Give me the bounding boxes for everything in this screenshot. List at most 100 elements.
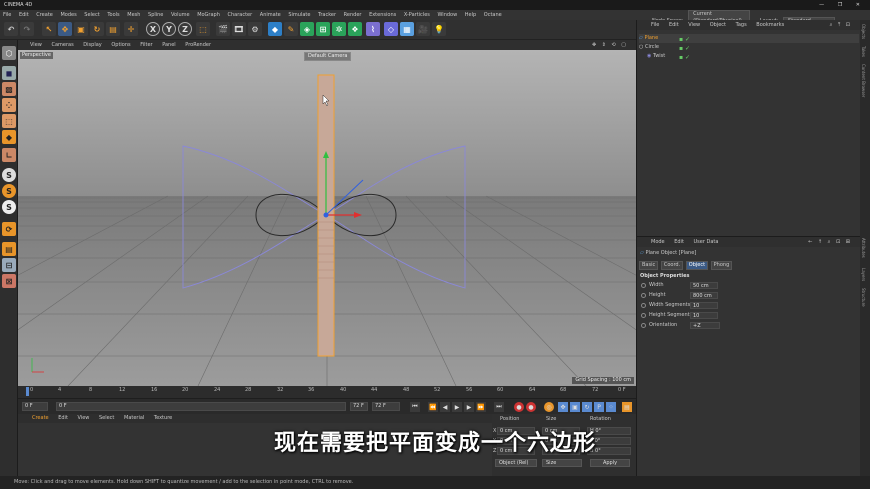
menu-help[interactable]: Help xyxy=(462,10,479,20)
redo-icon[interactable]: ↷ xyxy=(20,22,34,36)
vp-menu-filter[interactable]: Filter xyxy=(136,40,156,50)
coords-apply-button[interactable]: Apply xyxy=(590,459,630,467)
om-search-icon[interactable]: ⌕ ⤒ ⊡ xyxy=(826,20,856,30)
start-frame-field[interactable]: 0 F xyxy=(56,402,346,411)
render-view-icon[interactable]: 🎬 xyxy=(216,22,230,36)
vp-menu-panel[interactable]: Panel xyxy=(158,40,180,50)
undo-icon[interactable]: ↶ xyxy=(4,22,18,36)
menu-octane[interactable]: Octane xyxy=(481,10,505,20)
make-editable-icon[interactable]: ⬡ xyxy=(2,46,16,60)
end-frame-field[interactable]: 72 F xyxy=(350,402,368,411)
sidetab-content-browser[interactable]: Content Browser xyxy=(861,64,866,97)
menu-simulate[interactable]: Simulate xyxy=(285,10,313,20)
tab-basic[interactable]: Basic xyxy=(639,261,659,270)
menu-file[interactable]: File xyxy=(0,10,14,20)
keyframe-selection-icon[interactable]: ◎ xyxy=(544,402,554,412)
camera-icon[interactable]: 🎥 xyxy=(416,22,430,36)
planar-workplane-icon[interactable]: ⊠ xyxy=(2,274,16,288)
object-row-plane[interactable]: ▱ Plane ▪ ✓ xyxy=(639,34,859,43)
mat-menu-texture[interactable]: Texture xyxy=(150,414,176,423)
prev-key-icon[interactable]: ⏪ xyxy=(428,402,438,412)
axis-y-button[interactable]: Y xyxy=(162,22,176,36)
menu-modes[interactable]: Modes xyxy=(57,10,79,20)
cube-object-icon[interactable]: ◆ xyxy=(268,22,282,36)
preview-max-field[interactable]: 72 F xyxy=(372,402,400,411)
timeline-ruler[interactable]: 0 4 8 12 16 20 24 28 32 36 40 44 48 52 5… xyxy=(18,386,636,398)
object-row-circle[interactable]: ○ Circle ▪ ✓ xyxy=(639,43,859,52)
prop-wseg-input[interactable]: 10 xyxy=(690,302,718,309)
mograph-icon[interactable]: ❖ xyxy=(348,22,362,36)
vp-menu-display[interactable]: Display xyxy=(79,40,105,50)
menu-character[interactable]: Character xyxy=(225,10,256,20)
prop-width-input[interactable]: 50 cm xyxy=(690,282,718,289)
om-menu-tags[interactable]: Tags xyxy=(732,20,751,30)
mat-menu-material[interactable]: Material xyxy=(120,414,148,423)
prev-frame-icon[interactable]: ◀ xyxy=(440,402,450,412)
deformer-icon[interactable]: ⌇ xyxy=(366,22,380,36)
vp-menu-cameras[interactable]: Cameras xyxy=(47,40,77,50)
workplane-snap-icon[interactable]: S xyxy=(2,200,16,214)
pen-spline-icon[interactable]: ✎ xyxy=(284,22,298,36)
key-position-icon[interactable]: ✥ xyxy=(558,402,568,412)
recent-tools-icon[interactable]: ▤ xyxy=(106,22,120,36)
cloner-icon[interactable]: ✲ xyxy=(332,22,346,36)
menu-select[interactable]: Select xyxy=(81,10,102,20)
mat-menu-create[interactable]: Create xyxy=(28,414,53,423)
rotate-tool-icon[interactable]: ↻ xyxy=(90,22,104,36)
key-scale-icon[interactable]: ▣ xyxy=(570,402,580,412)
timeline-menu-icon[interactable]: ▤ xyxy=(622,402,632,412)
live-select-icon[interactable]: ↖ xyxy=(42,22,56,36)
menu-volume[interactable]: Volume xyxy=(168,10,193,20)
vp-menu-view[interactable]: View xyxy=(26,40,46,50)
autokey-icon[interactable]: ● xyxy=(526,402,536,412)
next-key-icon[interactable]: ⏩ xyxy=(476,402,486,412)
locked-workplane-icon[interactable]: ⊟ xyxy=(2,258,16,272)
timeline-playhead[interactable] xyxy=(26,387,29,396)
menu-render[interactable]: Render xyxy=(341,10,365,20)
key-param-icon[interactable]: P xyxy=(594,402,604,412)
coords-size-mode-select[interactable]: Size xyxy=(542,459,582,467)
prop-hseg-anim-dot[interactable] xyxy=(641,313,646,318)
om-menu-edit[interactable]: Edit xyxy=(665,20,683,30)
3d-viewport[interactable]: Perspective Default Camera Grid Spacing … xyxy=(18,50,636,386)
am-menu-user-data[interactable]: User Data xyxy=(690,237,723,247)
uv-mode-icon[interactable]: ∟ xyxy=(2,148,16,162)
menu-window[interactable]: Window xyxy=(434,10,460,20)
object-name-twist[interactable]: Twist xyxy=(653,53,665,59)
record-icon[interactable]: ● xyxy=(514,402,524,412)
texture-mode-icon[interactable]: ▩ xyxy=(2,82,16,96)
am-menu-mode[interactable]: Mode xyxy=(647,237,669,247)
goto-start-icon[interactable]: ⏮ xyxy=(410,402,420,412)
menu-tracker[interactable]: Tracker xyxy=(315,10,339,20)
sidetab-objects[interactable]: Objects xyxy=(861,24,866,39)
model-mode-icon[interactable]: ◼ xyxy=(2,66,16,80)
floor-icon[interactable]: ▦ xyxy=(400,22,414,36)
object-flags-twist[interactable]: ▪ ✓ xyxy=(679,53,690,62)
prop-orient-anim-dot[interactable] xyxy=(641,323,646,328)
array-icon[interactable]: ⊞ xyxy=(316,22,330,36)
gizmo-center[interactable] xyxy=(323,212,329,218)
object-name-circle[interactable]: Circle xyxy=(645,44,659,50)
mat-menu-view[interactable]: View xyxy=(74,414,94,423)
prop-wseg-anim-dot[interactable] xyxy=(641,303,646,308)
axis-x-button[interactable]: X xyxy=(146,22,160,36)
menu-extensions[interactable]: Extensions xyxy=(366,10,399,20)
move-tool-icon[interactable]: ✥ xyxy=(58,22,72,36)
menu-spline[interactable]: Spline xyxy=(145,10,166,20)
current-frame-field[interactable]: 0 F xyxy=(22,402,48,411)
object-name-plane[interactable]: Plane xyxy=(644,35,658,41)
scale-tool-icon[interactable]: ▣ xyxy=(74,22,88,36)
vp-menu-prorender[interactable]: ProRender xyxy=(181,40,215,50)
field-icon[interactable]: ◇ xyxy=(384,22,398,36)
prop-orient-select[interactable]: +Z xyxy=(690,322,720,329)
prop-height-anim-dot[interactable] xyxy=(641,293,646,298)
points-mode-icon[interactable]: ⁘ xyxy=(2,98,16,112)
object-row-twist[interactable]: ◉ Twist ▪ ✓ xyxy=(639,52,859,61)
next-frame-icon[interactable]: ▶ xyxy=(464,402,474,412)
menu-xparticles[interactable]: X-Particles xyxy=(401,10,433,20)
am-nav-icons[interactable]: ← ↑ ⌕ ⊡ ⊞ xyxy=(804,237,856,247)
workplane-icon[interactable]: ▤ xyxy=(2,242,16,256)
sidetab-structure[interactable]: Structure xyxy=(861,288,866,307)
menu-edit[interactable]: Edit xyxy=(16,10,32,20)
om-menu-object[interactable]: Object xyxy=(706,20,730,30)
